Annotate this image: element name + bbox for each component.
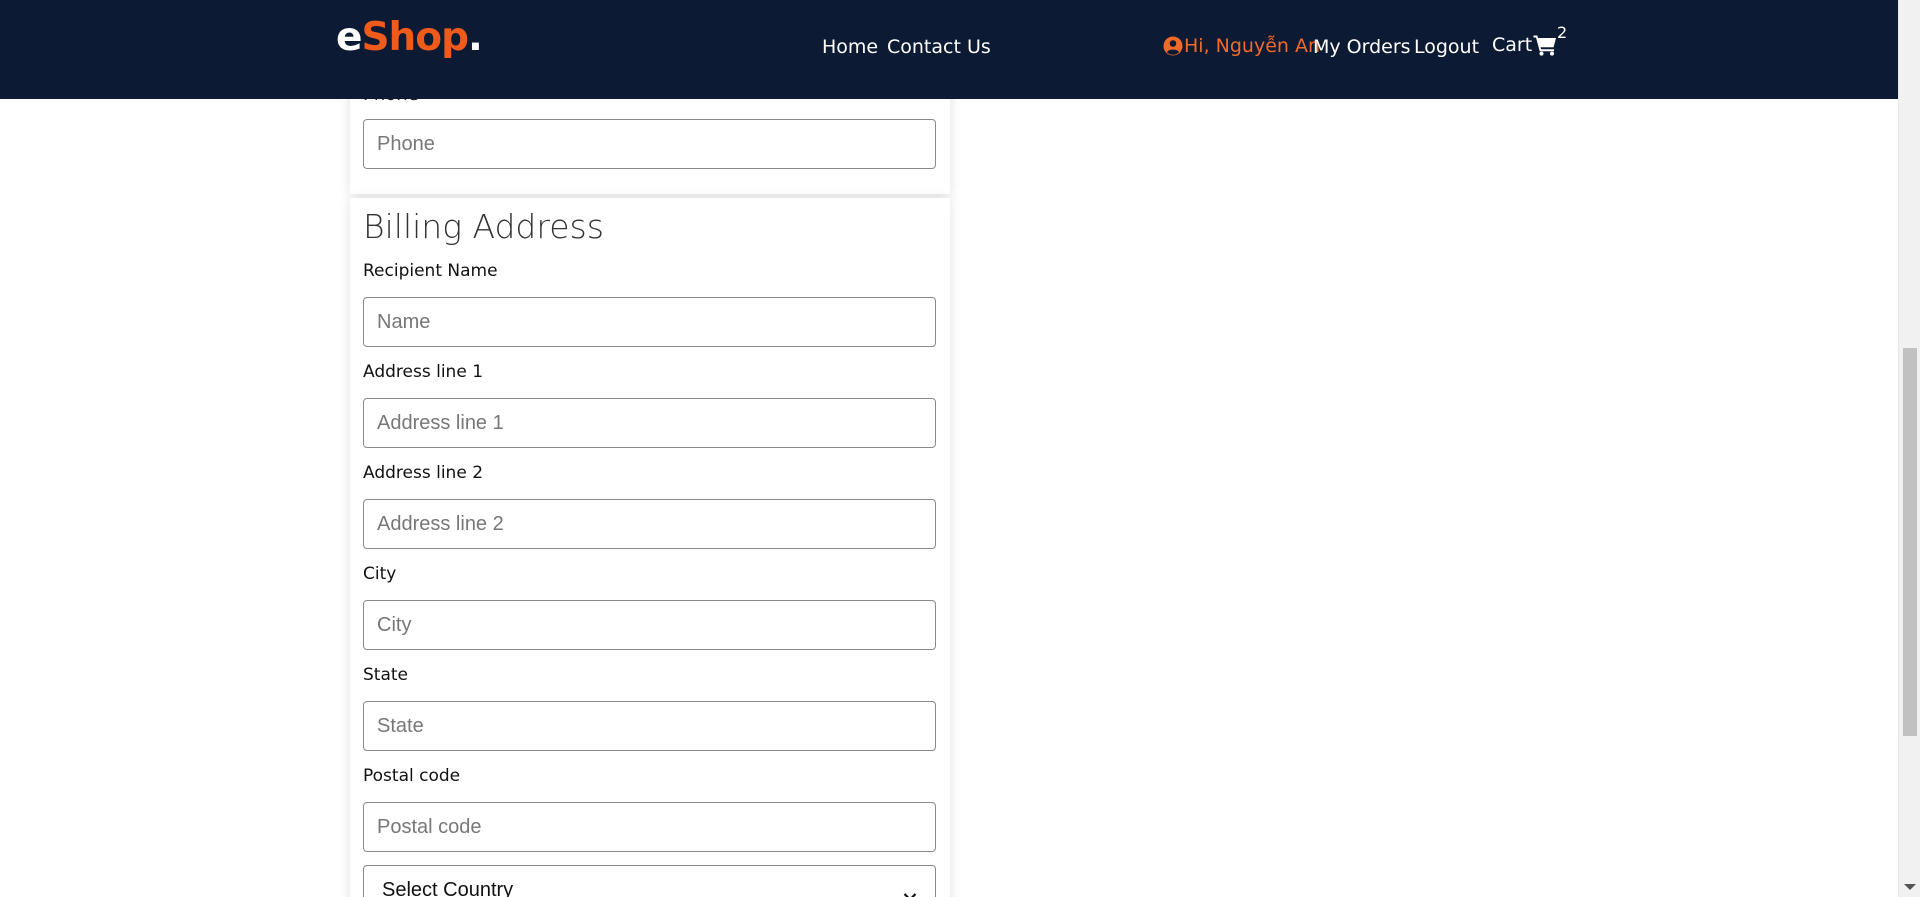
billing-address-title: Billing Address	[363, 207, 604, 246]
my-orders-link[interactable]: My Orders	[1313, 38, 1411, 57]
shopping-cart-icon	[1533, 34, 1557, 56]
user-circle-icon	[1163, 36, 1183, 56]
nav-contact-link[interactable]: Contact Us	[887, 38, 991, 57]
city-label: City	[363, 564, 397, 584]
state-label: State	[363, 665, 408, 685]
postal-code-input[interactable]	[363, 802, 936, 852]
city-input[interactable]	[363, 600, 936, 650]
address-line1-label: Address line 1	[363, 362, 484, 382]
country-select[interactable]: Select Country	[363, 865, 936, 897]
eshop-logo[interactable]: eShop.	[336, 15, 483, 60]
postal-code-label: Postal code	[363, 766, 461, 786]
nav-home-link[interactable]: Home	[822, 38, 878, 57]
cart-link[interactable]: Cart	[1492, 34, 1557, 56]
top-navbar: eShop. Home Contact Us Hi, Nguyễn An My …	[0, 0, 1898, 99]
state-input[interactable]	[363, 701, 936, 751]
address-line2-input[interactable]	[363, 499, 936, 549]
cart-count-badge: 2	[1557, 23, 1568, 42]
address-line2-label: Address line 2	[363, 463, 484, 483]
logo-text-e: e	[336, 15, 362, 60]
recipient-name-input[interactable]	[363, 297, 936, 347]
recipient-name-label: Recipient Name	[363, 261, 498, 281]
country-select-value: Select Country	[382, 878, 514, 897]
cart-label: Cart	[1492, 33, 1533, 56]
logo-text-dot: .	[468, 15, 483, 60]
scrollbar-thumb[interactable]	[1903, 348, 1917, 736]
logout-link[interactable]: Logout	[1414, 38, 1479, 57]
scroll-down-arrow-icon[interactable]	[1904, 884, 1916, 890]
address-line1-input[interactable]	[363, 398, 936, 448]
logo-text-shop: Shop	[361, 15, 469, 60]
chevron-down-icon	[903, 885, 917, 897]
user-greeting[interactable]: Hi, Nguyễn An	[1163, 36, 1320, 56]
page-scrollbar[interactable]	[1898, 0, 1920, 897]
phone-input[interactable]	[363, 119, 936, 169]
user-greeting-text: Hi, Nguyễn An	[1184, 34, 1321, 57]
